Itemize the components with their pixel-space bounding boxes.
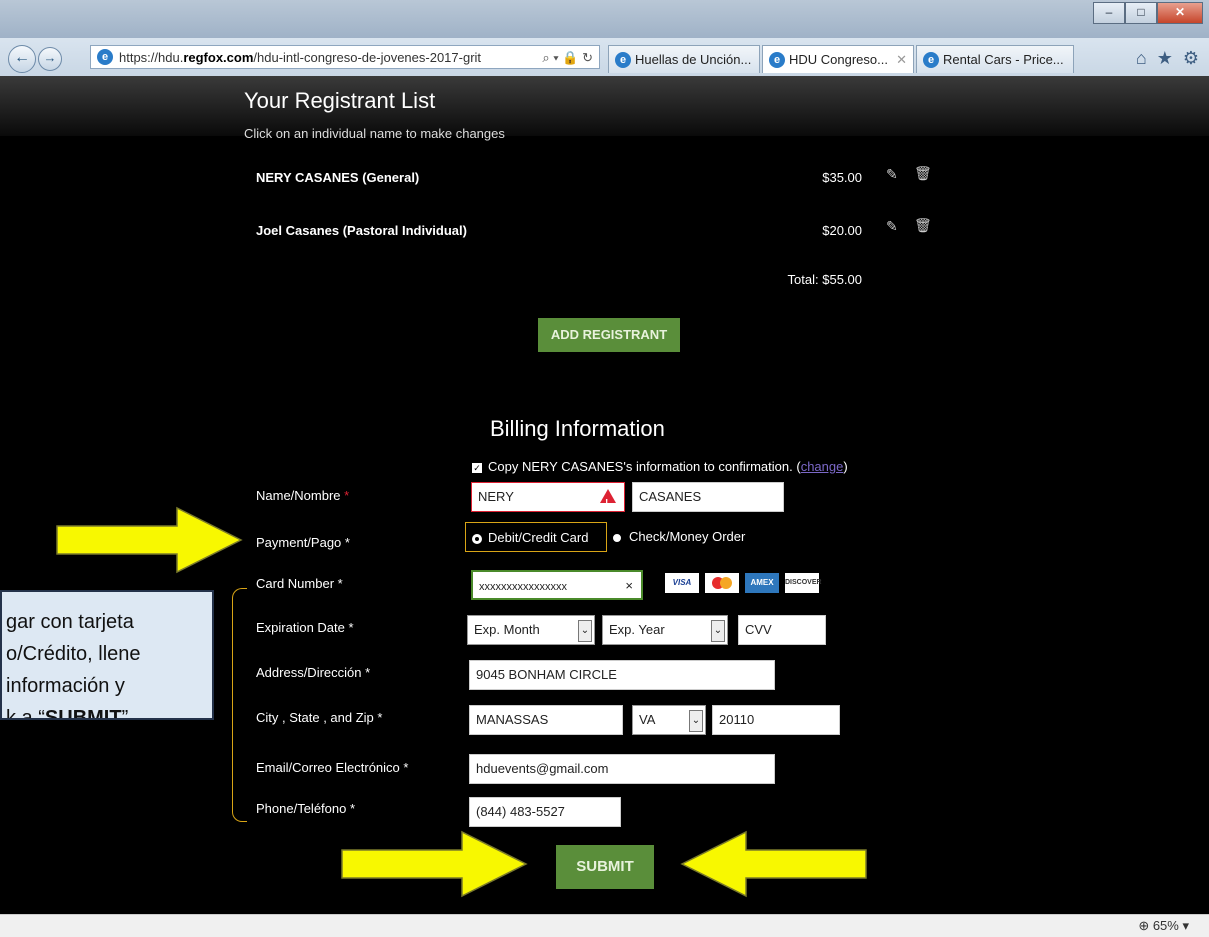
- zip-field[interactable]: 20110: [712, 705, 840, 735]
- chevron-down-icon: ⌄: [711, 620, 725, 642]
- trash-icon[interactable]: 🗑: [914, 217, 932, 234]
- radio-debit-credit[interactable]: Debit/Credit Card: [465, 522, 607, 552]
- maximize-button[interactable]: □: [1125, 2, 1157, 24]
- edit-pencil-icon[interactable]: ✎: [886, 218, 898, 235]
- card-logos: VISA AMEX DISCOVER: [665, 573, 822, 593]
- billing-title: Billing Information: [490, 416, 665, 441]
- copy-info-text: Copy NERY CASANES's information to confi…: [488, 459, 793, 474]
- callout-line: o/Crédito, llene: [6, 643, 141, 665]
- arrow-right-icon: [56, 506, 243, 574]
- expiration-label: Expiration Date *: [256, 620, 354, 635]
- submit-button[interactable]: SUBMIT: [556, 845, 654, 889]
- state-select[interactable]: VA ⌄: [632, 705, 706, 735]
- phone-field[interactable]: (844) 483-5527: [469, 797, 621, 827]
- change-link[interactable]: change: [801, 459, 844, 474]
- address-bar[interactable]: e https://hdu.regfox.com/hdu-intl-congre…: [90, 45, 600, 69]
- registrant-list-title: Your Registrant List: [244, 88, 436, 113]
- chevron-down-icon: ⌄: [578, 620, 592, 642]
- registrant-list-subtitle: Click on an individual name to make chan…: [244, 126, 505, 141]
- registrant-price: $20.00: [822, 223, 862, 238]
- gear-icon[interactable]: ⚙: [1183, 48, 1199, 69]
- card-number-label: Card Number *: [256, 576, 343, 591]
- discover-icon: DISCOVER: [785, 573, 822, 593]
- tab-hdu-congreso[interactable]: e HDU Congreso... ✕: [762, 45, 914, 73]
- add-registrant-button[interactable]: ADD REGISTRANT: [538, 318, 680, 352]
- email-field[interactable]: hduevents@gmail.com: [469, 754, 775, 784]
- clear-card-icon[interactable]: ×: [625, 572, 633, 600]
- card-number-field[interactable]: xxxxxxxxxxxxxxxx ×: [471, 570, 643, 600]
- address-label: Address/Dirección *: [256, 665, 371, 680]
- exp-year-select[interactable]: Exp. Year ⌄: [602, 615, 728, 645]
- mastercard-icon: [705, 573, 739, 593]
- status-bar: ⊕ 65% ▾: [0, 914, 1209, 937]
- back-button[interactable]: ←: [8, 45, 36, 73]
- close-tab-icon[interactable]: ✕: [896, 46, 907, 73]
- visa-icon: VISA: [665, 573, 699, 593]
- window-controls: – □ ✕: [1093, 2, 1203, 24]
- chevron-down-icon: ⌄: [689, 710, 703, 732]
- radio-check-money-order[interactable]: Check/Money Order: [611, 529, 745, 544]
- checkbox-checked-icon[interactable]: ✓: [472, 463, 482, 473]
- trash-icon[interactable]: 🗑: [914, 165, 932, 182]
- tab-label: Huellas de Unción...: [635, 52, 752, 67]
- callout-line: información y: [6, 675, 125, 697]
- edit-pencil-icon[interactable]: ✎: [886, 166, 898, 183]
- exp-month-select[interactable]: Exp. Month ⌄: [467, 615, 595, 645]
- tab-label: Rental Cars - Price...: [943, 52, 1064, 67]
- warning-icon: !: [600, 489, 616, 509]
- home-icon[interactable]: ⌂: [1136, 48, 1147, 69]
- name-label: Name/Nombre *: [256, 488, 350, 503]
- city-field[interactable]: MANASSAS: [469, 705, 623, 735]
- amex-icon: AMEX: [745, 573, 779, 593]
- radio-unselected-icon: [611, 531, 623, 544]
- last-name-field[interactable]: CASANES: [632, 482, 784, 512]
- payment-label: Payment/Pago *: [256, 535, 350, 550]
- radio-selected-icon: [472, 533, 482, 544]
- tab-huellas[interactable]: e Huellas de Unción...: [608, 45, 760, 73]
- window-titlebar: – □ ✕: [0, 0, 1209, 38]
- ie-icon: e: [615, 52, 631, 68]
- address-bar-row: ← → e https://hdu.regfox.com/hdu-intl-co…: [0, 38, 1209, 77]
- tab-rental-cars[interactable]: e Rental Cars - Price...: [916, 45, 1074, 73]
- city-state-zip-label: City , State , and Zip *: [256, 710, 383, 725]
- forward-button[interactable]: →: [38, 47, 62, 71]
- address-controls-icon[interactable]: ⌕ ▾ 🔒 ↻: [542, 46, 593, 68]
- arrow-right-icon: [341, 830, 528, 898]
- ie-icon: e: [769, 52, 785, 68]
- ie-icon: e: [97, 49, 113, 65]
- ie-icon: e: [923, 52, 939, 68]
- url-host: https://hdu.: [119, 50, 184, 65]
- minimize-button[interactable]: –: [1093, 2, 1125, 24]
- callout-line: k a “SUBMIT”: [6, 707, 129, 720]
- registrant-name[interactable]: NERY CASANES (General): [256, 170, 419, 185]
- favorites-star-icon[interactable]: ★: [1157, 48, 1173, 69]
- instruction-callout: gar con tarjeta o/Crédito, llene informa…: [0, 590, 214, 720]
- registrant-name[interactable]: Joel Casanes (Pastoral Individual): [256, 223, 467, 238]
- email-label: Email/Correo Electrónico *: [256, 760, 409, 775]
- header-background: [0, 76, 1209, 136]
- url-path: /hdu-intl-congreso-de-jovenes-2017-grit: [253, 50, 482, 65]
- first-name-field[interactable]: NERY !: [471, 482, 625, 512]
- zoom-level[interactable]: ⊕ 65% ▾: [1138, 918, 1189, 934]
- cvv-field[interactable]: CVV: [738, 615, 826, 645]
- callout-line: gar con tarjeta: [6, 611, 134, 633]
- callout-bracket: [232, 588, 247, 822]
- registrant-price: $35.00: [822, 170, 862, 185]
- address-field[interactable]: 9045 BONHAM CIRCLE: [469, 660, 775, 690]
- toolbar-icons: ⌂ ★ ⚙: [1136, 48, 1199, 69]
- copy-info-checkbox-row[interactable]: ✓ Copy NERY CASANES's information to conf…: [472, 459, 848, 474]
- url-domain: regfox.com: [183, 50, 254, 65]
- phone-label: Phone/Teléfono *: [256, 801, 356, 816]
- arrow-left-icon: [680, 830, 867, 898]
- tab-label: HDU Congreso...: [789, 52, 888, 67]
- registrant-total: Total: $55.00: [787, 272, 862, 287]
- close-window-button[interactable]: ✕: [1157, 2, 1203, 24]
